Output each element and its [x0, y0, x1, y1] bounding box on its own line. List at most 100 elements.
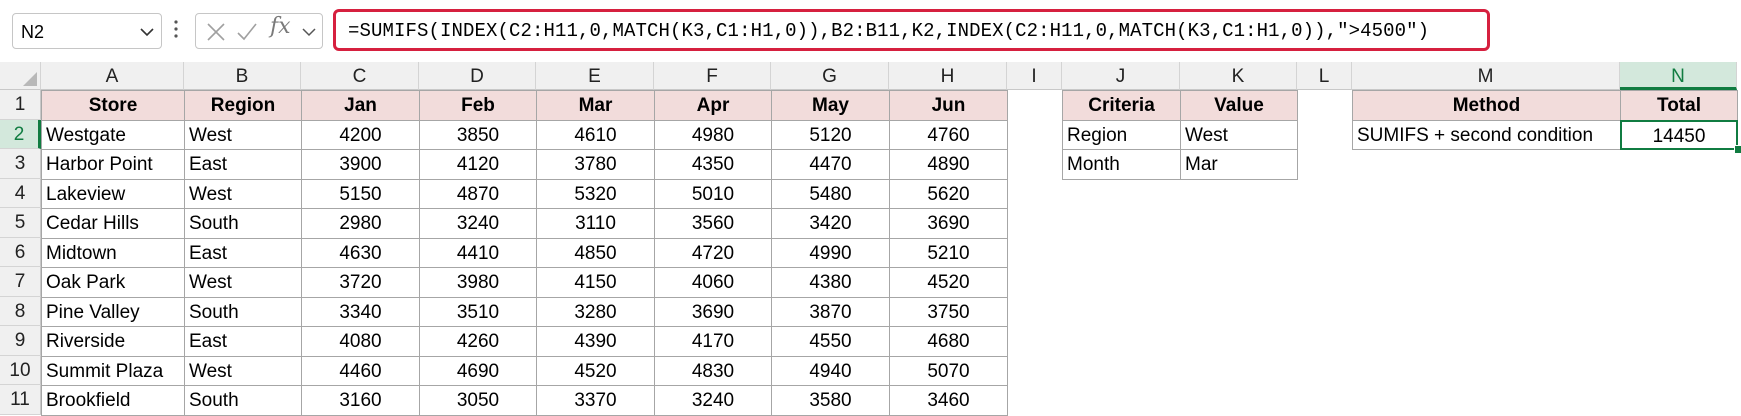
table-cell[interactable]: 3560: [654, 208, 772, 239]
table-cell[interactable]: Riverside: [41, 326, 185, 357]
table-cell[interactable]: 4680: [889, 326, 1008, 357]
table-cell[interactable]: 3720: [301, 267, 420, 298]
table-cell[interactable]: East: [184, 326, 302, 357]
table-cell[interactable]: 3780: [536, 149, 655, 180]
table-cell[interactable]: Pine Valley: [41, 296, 185, 327]
table-cell[interactable]: 3690: [889, 208, 1008, 239]
table-cell[interactable]: 5210: [889, 237, 1008, 268]
row-header-6[interactable]: 6: [0, 237, 41, 267]
table-cell[interactable]: 3900: [301, 149, 420, 180]
row-header-7[interactable]: 7: [0, 267, 41, 297]
table-cell[interactable]: 4520: [889, 267, 1008, 298]
table-cell[interactable]: Cedar Hills: [41, 208, 185, 239]
table-cell[interactable]: 4610: [536, 119, 655, 150]
criteria-cell[interactable]: West: [1180, 119, 1298, 150]
insert-function-icon[interactable]: fx: [270, 14, 291, 39]
table-cell[interactable]: 4380: [771, 267, 890, 298]
select-all-corner[interactable]: [0, 62, 41, 90]
row-header-2[interactable]: 2: [0, 119, 41, 149]
cancel-icon[interactable]: [206, 22, 226, 42]
table-cell[interactable]: 4980: [654, 119, 772, 150]
table-cell[interactable]: 5070: [889, 355, 1008, 386]
row-header-1[interactable]: 1: [0, 90, 41, 120]
chevron-down-icon[interactable]: [302, 26, 316, 38]
table-cell[interactable]: 4940: [771, 355, 890, 386]
table-cell[interactable]: 4870: [419, 178, 537, 209]
row-header-11[interactable]: 11: [0, 385, 41, 415]
table-cell[interactable]: 3580: [771, 385, 890, 416]
table-cell[interactable]: East: [184, 149, 302, 180]
table-cell[interactable]: 3690: [654, 296, 772, 327]
table-cell[interactable]: West: [184, 355, 302, 386]
table-cell[interactable]: 3110: [536, 208, 655, 239]
active-cell-n2[interactable]: 14450: [1620, 119, 1738, 150]
table-cell[interactable]: 4760: [889, 119, 1008, 150]
chevron-down-icon[interactable]: [139, 24, 155, 40]
row-header-4[interactable]: 4: [0, 178, 41, 208]
table-cell[interactable]: 3050: [419, 385, 537, 416]
table-cell[interactable]: 4390: [536, 326, 655, 357]
column-header-h[interactable]: H: [889, 62, 1007, 90]
name-box[interactable]: N2: [12, 13, 162, 49]
row-header-9[interactable]: 9: [0, 326, 41, 356]
column-header-f[interactable]: F: [654, 62, 771, 90]
table-cell[interactable]: 3870: [771, 296, 890, 327]
column-header-i[interactable]: I: [1007, 62, 1062, 90]
table-cell[interactable]: 4690: [419, 355, 537, 386]
table-cell[interactable]: 4080: [301, 326, 420, 357]
table-cell[interactable]: 4150: [536, 267, 655, 298]
table-cell[interactable]: Summit Plaza: [41, 355, 185, 386]
table-cell[interactable]: 3240: [419, 208, 537, 239]
formula-input[interactable]: =SUMIFS(INDEX(C2:H11,0,MATCH(K3,C1:H1,0)…: [333, 9, 1490, 51]
column-header-e[interactable]: E: [536, 62, 654, 90]
select-all-icon[interactable]: [23, 72, 37, 86]
column-header-c[interactable]: C: [301, 62, 419, 90]
table-cell[interactable]: 4120: [419, 149, 537, 180]
table-cell[interactable]: 4830: [654, 355, 772, 386]
column-header-a[interactable]: A: [41, 62, 184, 90]
table-cell[interactable]: Harbor Point: [41, 149, 185, 180]
table-cell[interactable]: 4630: [301, 237, 420, 268]
table-cell[interactable]: West: [184, 119, 302, 150]
table-cell[interactable]: Oak Park: [41, 267, 185, 298]
table-cell[interactable]: West: [184, 178, 302, 209]
table-cell[interactable]: 4550: [771, 326, 890, 357]
table-cell[interactable]: West: [184, 267, 302, 298]
table-cell[interactable]: 4990: [771, 237, 890, 268]
row-header-3[interactable]: 3: [0, 149, 41, 179]
column-header-d[interactable]: D: [419, 62, 536, 90]
table-cell[interactable]: 5010: [654, 178, 772, 209]
table-cell[interactable]: 4470: [771, 149, 890, 180]
column-header-k[interactable]: K: [1180, 62, 1297, 90]
table-cell[interactable]: 4850: [536, 237, 655, 268]
table-cell[interactable]: 4520: [536, 355, 655, 386]
criteria-cell[interactable]: Region: [1062, 119, 1181, 150]
table-cell[interactable]: Westgate: [41, 119, 185, 150]
table-cell[interactable]: South: [184, 208, 302, 239]
table-cell[interactable]: 4200: [301, 119, 420, 150]
column-header-m[interactable]: M: [1352, 62, 1620, 90]
table-cell[interactable]: 4170: [654, 326, 772, 357]
table-cell[interactable]: 5480: [771, 178, 890, 209]
more-options-icon[interactable]: [172, 14, 180, 44]
table-cell[interactable]: 3240: [654, 385, 772, 416]
table-cell[interactable]: 5620: [889, 178, 1008, 209]
result-cell[interactable]: SUMIFS + second condition: [1352, 119, 1621, 150]
table-cell[interactable]: 3460: [889, 385, 1008, 416]
table-cell[interactable]: 4060: [654, 267, 772, 298]
column-header-n[interactable]: N: [1620, 62, 1737, 90]
table-cell[interactable]: 4890: [889, 149, 1008, 180]
table-cell[interactable]: 4720: [654, 237, 772, 268]
table-cell[interactable]: 3850: [419, 119, 537, 150]
table-cell[interactable]: 4460: [301, 355, 420, 386]
criteria-cell[interactable]: Mar: [1180, 149, 1298, 180]
table-cell[interactable]: 3160: [301, 385, 420, 416]
row-header-5[interactable]: 5: [0, 208, 41, 238]
table-cell[interactable]: 4350: [654, 149, 772, 180]
table-cell[interactable]: 3750: [889, 296, 1008, 327]
table-cell[interactable]: 4410: [419, 237, 537, 268]
column-header-j[interactable]: J: [1062, 62, 1180, 90]
column-header-l[interactable]: L: [1297, 62, 1352, 90]
row-header-10[interactable]: 10: [0, 355, 41, 385]
table-cell[interactable]: Midtown: [41, 237, 185, 268]
